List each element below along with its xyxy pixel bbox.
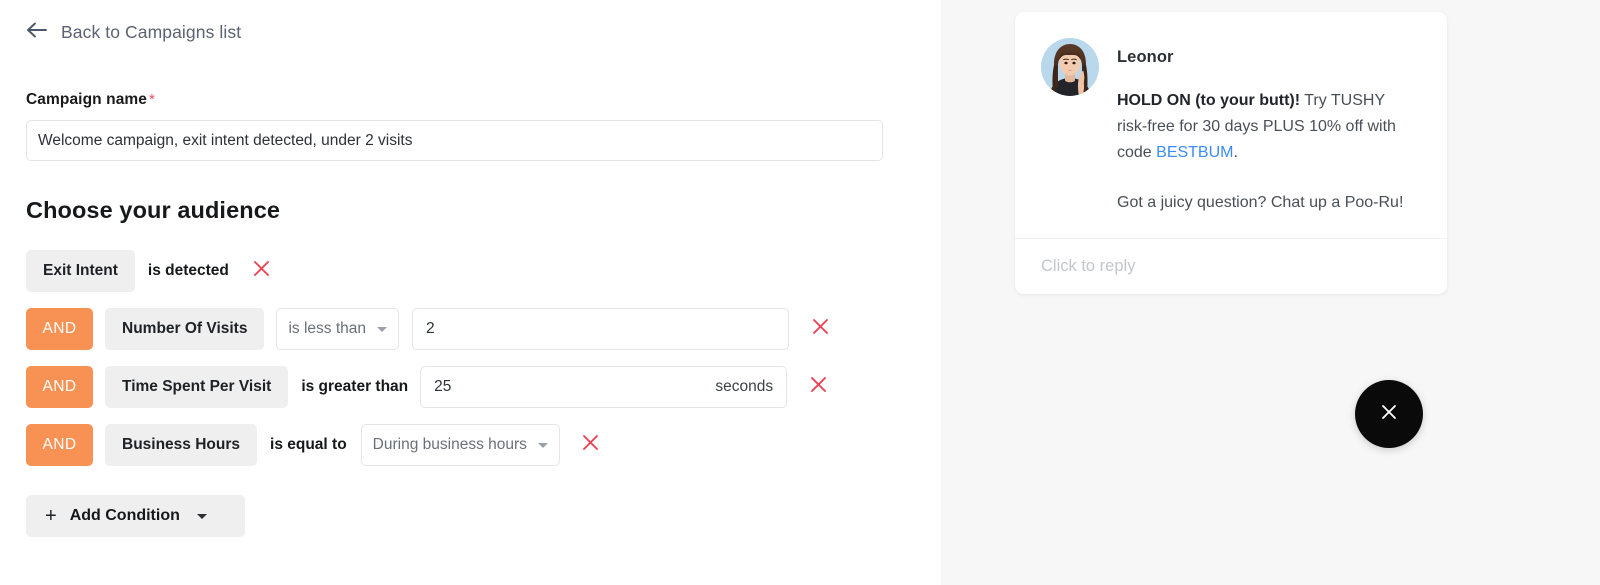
condition-attribute-chip[interactable]: Number Of Visits: [105, 308, 265, 350]
condition-value-field[interactable]: [412, 308, 790, 350]
campaign-name-label: Campaign name *: [26, 91, 915, 109]
chevron-down-icon: [377, 326, 388, 332]
conditions-list: Exit Intent is detected AND Number Of Vi…: [26, 248, 915, 468]
chat-message-paragraph-2: Got a juicy question? Chat up a Poo-Ru!: [1117, 194, 1404, 211]
condition-connector-badge[interactable]: AND: [26, 366, 93, 408]
chevron-down-icon: [537, 442, 548, 448]
condition-operator-text: is equal to: [270, 436, 347, 453]
campaign-editor-screen: Back to Campaigns list Campaign name* Ch…: [0, 0, 1600, 585]
condition-connector-badge[interactable]: AND: [26, 424, 93, 466]
required-marker: *: [149, 91, 155, 108]
condition-attribute-chip[interactable]: Time Spent Per Visit: [105, 366, 289, 408]
back-to-campaigns-link[interactable]: Back to Campaigns list: [26, 21, 241, 44]
audience-section-title: Choose your audience: [26, 197, 281, 223]
arrow-left-icon: [26, 21, 48, 44]
chat-reply-box[interactable]: Click to reply: [1015, 238, 1447, 294]
condition-row: AND Time Spent Per Visit is greater than…: [26, 364, 915, 410]
chat-widget-card: Leonor HOLD ON (to your butt)! Try TUSHY…: [1015, 12, 1447, 294]
condition-operator-text: is greater than: [301, 378, 409, 395]
add-condition-label: Add Condition: [69, 507, 180, 524]
chat-message: HOLD ON (to your butt)! Try TUSHY risk-f…: [1117, 88, 1417, 216]
remove-condition-icon[interactable]: [581, 433, 600, 457]
condition-attribute-chip[interactable]: Business Hours: [105, 424, 258, 466]
chat-text-column: Leonor HOLD ON (to your butt)! Try TUSHY…: [1117, 38, 1417, 216]
condition-connector-badge[interactable]: AND: [26, 308, 93, 350]
chevron-down-icon: [196, 513, 207, 519]
remove-condition-icon[interactable]: [809, 375, 828, 399]
condition-value-select[interactable]: During business hours: [360, 424, 560, 466]
plus-icon: +: [45, 505, 57, 527]
chat-reply-placeholder: Click to reply: [1041, 257, 1136, 275]
condition-operator-value: is less than: [288, 320, 367, 337]
condition-operator-select[interactable]: is less than: [276, 308, 400, 350]
chat-agent-name: Leonor: [1117, 48, 1174, 66]
remove-condition-icon[interactable]: [252, 259, 271, 283]
condition-operator-text: is detected: [147, 262, 229, 279]
chat-message-paragraph-1: HOLD ON (to your butt)! Try TUSHY risk-f…: [1117, 88, 1417, 166]
condition-value-text: During business hours: [372, 436, 527, 453]
chat-message-bold: HOLD ON (to your butt)!: [1117, 92, 1301, 109]
back-link-label: Back to Campaigns list: [61, 22, 242, 42]
chat-message-body: Leonor HOLD ON (to your butt)! Try TUSHY…: [1015, 12, 1447, 238]
avatar: [1041, 38, 1099, 96]
add-condition-button[interactable]: + Add Condition: [26, 495, 245, 537]
preview-pane: Leonor HOLD ON (to your butt)! Try TUSHY…: [941, 0, 1600, 585]
chat-close-button[interactable]: [1355, 380, 1423, 448]
campaign-name-input[interactable]: [26, 120, 883, 161]
condition-row: AND Number Of Visits is less than: [26, 306, 915, 352]
remove-condition-icon[interactable]: [811, 317, 830, 341]
condition-row: AND Business Hours is equal to During bu…: [26, 422, 915, 468]
condition-value-input[interactable]: [434, 378, 708, 396]
condition-value-field[interactable]: seconds: [420, 366, 788, 408]
editor-pane: Back to Campaigns list Campaign name* Ch…: [0, 0, 941, 585]
campaign-name-label-text: Campaign name: [26, 91, 148, 108]
chat-message-period: .: [1233, 144, 1238, 161]
condition-value-input[interactable]: [426, 320, 776, 338]
condition-attribute-chip[interactable]: Exit Intent: [26, 250, 135, 292]
promo-code-link[interactable]: BESTBUM: [1156, 144, 1233, 161]
close-icon: [1378, 401, 1400, 428]
condition-value-unit: seconds: [715, 378, 774, 395]
condition-row: Exit Intent is detected: [26, 248, 915, 294]
